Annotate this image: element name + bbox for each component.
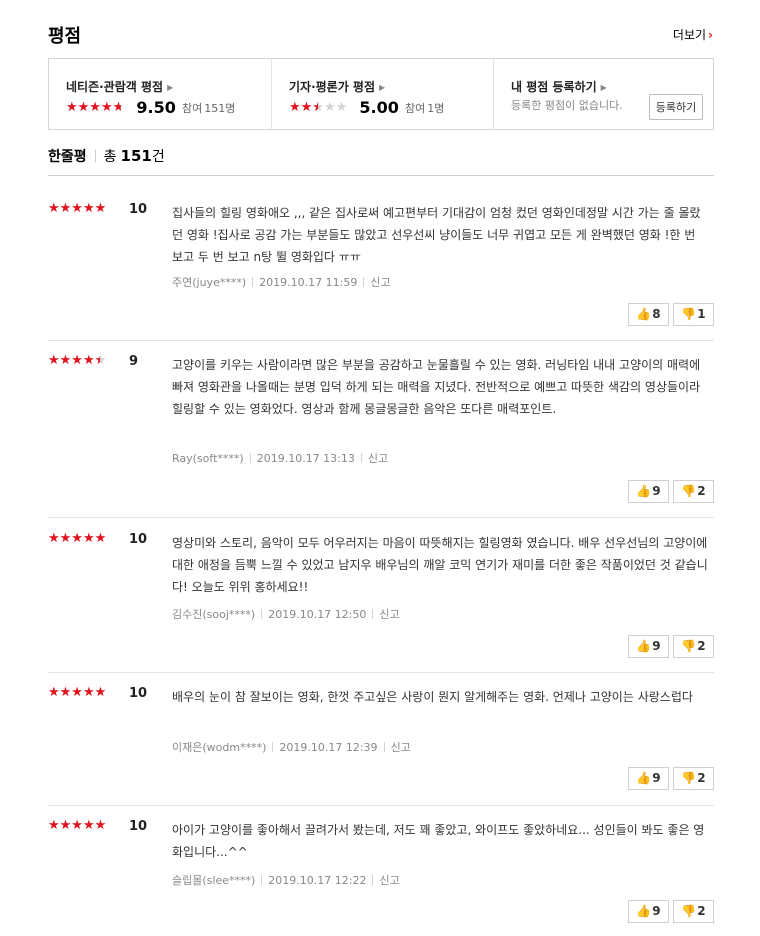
review-divider: [48, 672, 714, 673]
like-button[interactable]: 👍9: [628, 900, 669, 923]
like-button[interactable]: 👍9: [628, 767, 669, 790]
like-button[interactable]: 👍9: [628, 480, 669, 503]
report-link[interactable]: 신고: [370, 276, 390, 289]
report-link[interactable]: 신고: [379, 608, 399, 621]
dislike-button[interactable]: 👎2: [673, 635, 714, 658]
review-meta: 주연(juye****) 2019.10.17 11:59 신고: [172, 274, 391, 290]
critic-rating-cell: 기자·평론가 평점▶ ★★★★★★★★★★ 5.00 참여1명: [271, 59, 493, 129]
review-date: 2019.10.17 13:13: [256, 452, 355, 465]
thumbs-up-icon: 👍: [636, 771, 652, 785]
review-score: 10: [129, 686, 148, 701]
netizen-rating-link[interactable]: 네티즌·관람객 평점 ▶: [66, 78, 173, 95]
review-score: 10: [129, 819, 148, 834]
thumbs-down-icon: 👎: [681, 771, 697, 785]
dislike-button[interactable]: 👎1: [673, 303, 714, 326]
review-star-rating: ★★★★★ ★★★★★: [48, 685, 107, 700]
review-score: 10: [129, 202, 148, 217]
more-link[interactable]: 더보기 ›: [673, 26, 713, 43]
review-star-rating: ★★★★★ ★★★★★: [48, 818, 107, 833]
rating-section-header: 평점 더보기 ›: [48, 22, 713, 48]
thumbs-down-icon: 👎: [681, 904, 697, 918]
review-votes: 👍9 👎2: [624, 900, 714, 923]
report-link[interactable]: 신고: [379, 874, 399, 887]
dislike-button[interactable]: 👎2: [673, 767, 714, 790]
my-rating-link[interactable]: 내 평점 등록하기 ▶: [511, 78, 607, 95]
review-text: 배우의 눈이 참 잘보이는 영화, 한껏 주고싶은 사랑이 뭔지 알게해주는 영…: [172, 690, 693, 704]
netizen-rating-title: 네티즌·관람객 평점: [66, 80, 164, 94]
thumbs-up-icon: 👍: [636, 307, 652, 321]
my-rating-title: 내 평점 등록하기: [511, 80, 597, 94]
triangle-right-icon: ▶: [600, 83, 607, 92]
critic-score: 5.00: [359, 98, 399, 117]
review-text: 고양이를 키우는 사람이라면 많은 부분을 공감하고 눈물흘릴 수 있는 영화.…: [172, 358, 701, 416]
review-meta: 이재은(wodm****) 2019.10.17 12:39 신고: [172, 739, 411, 755]
thumbs-up-icon: 👍: [636, 639, 652, 653]
like-button[interactable]: 👍8: [628, 303, 669, 326]
review-divider: [48, 517, 714, 518]
review-author: 김수진(sooj****): [172, 608, 256, 621]
register-rating-button[interactable]: 등록하기: [649, 94, 703, 120]
more-link-label: 더보기: [672, 28, 707, 42]
triangle-right-icon: ▶: [167, 83, 174, 92]
critic-star-rating: ★★★★★★★★★★: [289, 100, 348, 115]
review-score: 10: [129, 532, 148, 547]
triangle-right-icon: ▶: [379, 83, 386, 92]
review-meta: 김수진(sooj****) 2019.10.17 12:50 신고: [172, 606, 400, 622]
review-author: 슬립몰(slee****): [172, 874, 256, 887]
my-rating-cell: 내 평점 등록하기 ▶ 등록한 평점이 없습니다. 등록하기: [493, 59, 713, 129]
my-rating-empty-text: 등록한 평점이 없습니다.: [511, 99, 623, 112]
critic-rating-title: 기자·평론가 평점: [289, 80, 376, 94]
review-list-label: 한줄평: [48, 149, 87, 165]
review-author: 이재은(wodm****): [172, 741, 267, 754]
review-votes: 👍9 👎2: [624, 480, 714, 503]
dislike-button[interactable]: 👎2: [673, 480, 714, 503]
review-date: 2019.10.17 12:22: [268, 874, 367, 887]
section-title: 평점: [48, 26, 82, 47]
review-star-rating: ★★★★★ ★★★★★: [48, 201, 107, 216]
dislike-button[interactable]: 👎2: [673, 900, 714, 923]
critic-rating-link[interactable]: 기자·평론가 평점 ▶: [289, 78, 385, 95]
netizen-participants: 참여 151명: [181, 102, 236, 115]
thumbs-up-icon: 👍: [636, 904, 652, 918]
review-votes: 👍9 👎2: [624, 767, 714, 790]
review-divider: [48, 340, 714, 341]
review-author: 주연(juye****): [172, 276, 247, 289]
review-text: 아이가 고양이를 좋아해서 끌려가서 봤는데, 저도 꽤 좋았고, 와이프도 좋…: [172, 823, 705, 859]
netizen-rating-cell: 네티즌·관람객 평점 ▶ ★★★★★ ★★★★★ 9.50 참여 151명: [49, 59, 271, 129]
rating-summary-box: 네티즌·관람객 평점 ▶ ★★★★★ ★★★★★ 9.50 참여 151명 기자·평론…: [48, 58, 714, 130]
like-button[interactable]: 👍9: [628, 635, 669, 658]
review-divider: [48, 805, 714, 806]
divider: [94, 150, 96, 162]
review-date: 2019.10.17 12:50: [268, 608, 367, 621]
review-date: 2019.10.17 11:59: [259, 276, 358, 289]
review-score: 9: [129, 354, 139, 369]
review-star-rating: ★★★★★ ★★★★★: [48, 353, 107, 368]
review-meta: Ray(soft****) 2019.10.17 13:13 신고: [172, 450, 388, 466]
critic-participants: 참여 1명: [404, 102, 445, 115]
netizen-star-rating: ★★★★★ ★★★★★: [66, 100, 125, 115]
review-total: 총 151건: [103, 147, 165, 165]
report-link[interactable]: 신고: [368, 452, 388, 465]
thumbs-up-icon: 👍: [636, 484, 652, 498]
review-votes: 👍8 👎1: [624, 303, 714, 326]
netizen-score: 9.50: [136, 98, 176, 117]
review-count-row: 한줄평 총 151건: [48, 146, 714, 176]
review-meta: 슬립몰(slee****) 2019.10.17 12:22 신고: [172, 872, 400, 888]
chevron-right-icon: ›: [708, 28, 713, 42]
review-star-rating: ★★★★★ ★★★★★: [48, 531, 107, 546]
review-votes: 👍9 👎2: [624, 635, 714, 658]
thumbs-down-icon: 👎: [681, 484, 697, 498]
review-date: 2019.10.17 12:39: [279, 741, 378, 754]
review-author: Ray(soft****): [172, 452, 244, 465]
thumbs-down-icon: 👎: [681, 307, 697, 321]
review-text: 영상미와 스토리, 음악이 모두 어우러지는 마음이 따뜻해지는 힐링영화 였습…: [172, 536, 708, 594]
review-text: 집사들의 힐링 영화애오 ,,, 같은 집사로써 예고편부터 기대감이 엄청 컸…: [172, 206, 701, 264]
report-link[interactable]: 신고: [391, 741, 411, 754]
thumbs-down-icon: 👎: [681, 639, 697, 653]
